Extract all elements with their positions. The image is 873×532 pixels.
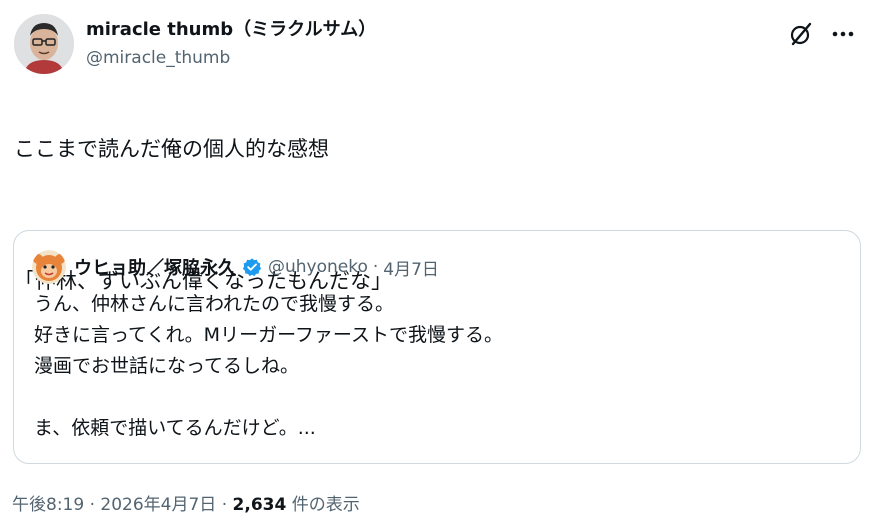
quoted-line-blank (34, 382, 840, 413)
quoted-handle[interactable]: @uhyoneko (268, 257, 368, 277)
quoted-line: ま、依頼で描いてるんだけど。... (34, 417, 316, 439)
grok-button[interactable] (785, 18, 817, 50)
post-time[interactable]: 午後8:19 (12, 495, 84, 515)
quoted-line: 漫画でお世話になってるしね。 (34, 355, 300, 377)
quoted-line: うん、仲林さんに言われたので我慢する。 (34, 293, 395, 315)
view-label[interactable]: 件の表示 (286, 495, 360, 515)
author-names: miracle thumb（ミラクルサム） @miracle_thumb (86, 18, 376, 70)
tweet-meta: 午後8:19 · 2026年4月7日 · 2,634 件の表示 (12, 490, 360, 515)
verified-badge-icon (242, 257, 262, 277)
more-options-button[interactable] (827, 18, 859, 50)
tweet-header: miracle thumb（ミラクルサム） @miracle_thumb (14, 14, 859, 78)
header-actions (785, 18, 859, 50)
quoted-tweet-text: うん、仲林さんに言われたので我慢する。 好きに言ってくれ。Mリーガーファーストで… (34, 289, 840, 444)
more-options-icon (832, 31, 854, 37)
quoted-date[interactable]: 4月7日 (383, 255, 439, 280)
author-avatar[interactable] (14, 14, 74, 74)
quoted-author-avatar[interactable] (32, 250, 66, 284)
author-display-name[interactable]: miracle thumb（ミラクルサム） (86, 18, 376, 42)
quoted-separator: · (372, 257, 379, 277)
grok-icon (790, 22, 812, 46)
author-handle[interactable]: @miracle_thumb (86, 46, 376, 70)
meta-separator: · (216, 495, 233, 515)
tweet-line: ここまで読んだ俺の個人的な感想 (14, 137, 329, 161)
post-date[interactable]: 2026年4月7日 (100, 495, 216, 515)
quoted-tweet-header: ウヒョ助／塚脇永久 @uhyoneko · 4月7日 (32, 250, 439, 284)
quoted-display-name[interactable]: ウヒョ助／塚脇永久 (74, 254, 236, 280)
quoted-tweet[interactable]: ウヒョ助／塚脇永久 @uhyoneko · 4月7日 うん、仲林さんに言われたの… (13, 230, 861, 464)
quoted-line: 好きに言ってくれ。Mリーガーファーストで我慢する。 (34, 324, 503, 346)
author-avatar-image (14, 14, 74, 74)
meta-separator: · (84, 495, 101, 515)
view-count[interactable]: 2,634 (233, 495, 287, 515)
